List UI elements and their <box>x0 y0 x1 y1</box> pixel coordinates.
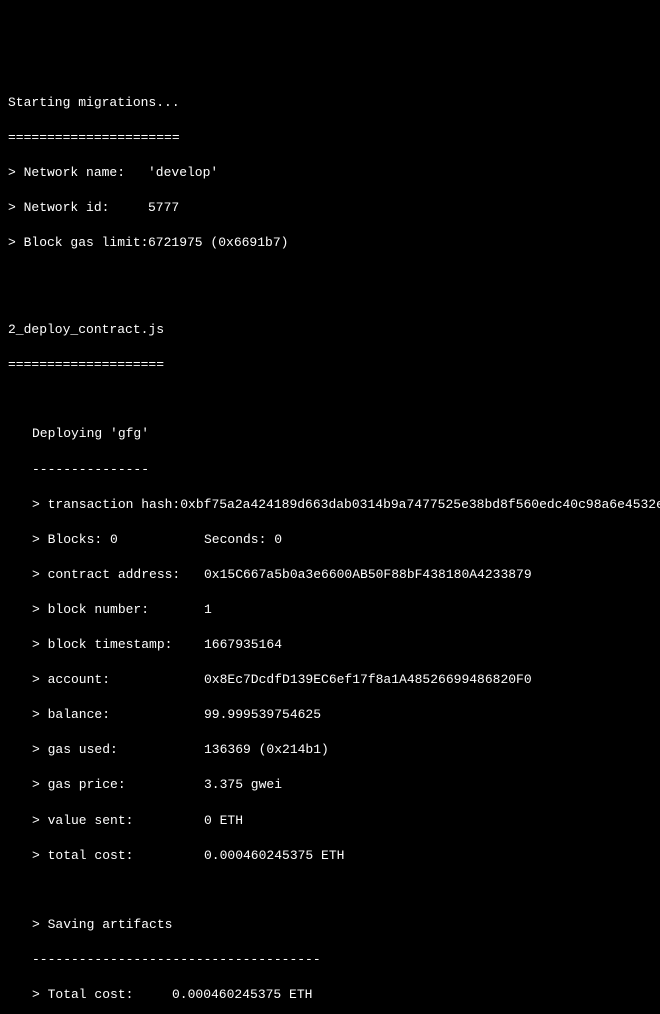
tx-hash-row: > transaction hash:0xbf75a2a424189d663da… <box>8 496 652 514</box>
block-timestamp-value: 1667935164 <box>204 636 282 654</box>
gas-price-label: > gas price: <box>32 776 204 794</box>
seconds-value: Seconds: 0 <box>204 531 282 549</box>
terminal-output: Starting migrations... =================… <box>8 76 652 1014</box>
starting-migrations: Starting migrations... <box>8 94 652 112</box>
block-gas-limit-value: 6721975 (0x6691b7) <box>148 234 288 252</box>
account-value: 0x8Ec7DcdfD139EC6ef17f8a1A48526699486820… <box>204 671 532 689</box>
value-sent-row: > value sent:0 ETH <box>8 812 652 830</box>
network-name-label: > Network name: <box>8 164 148 182</box>
subtotal-row: > Total cost:0.000460245375 ETH <box>8 986 652 1004</box>
network-id-label: > Network id: <box>8 199 148 217</box>
network-name-value: 'develop' <box>148 164 218 182</box>
total-cost-row: > total cost:0.000460245375 ETH <box>8 847 652 865</box>
deploying-divider: --------------- <box>8 461 652 479</box>
block-timestamp-row: > block timestamp:1667935164 <box>8 636 652 654</box>
block-number-label: > block number: <box>32 601 204 619</box>
block-gas-limit-label: > Block gas limit: <box>8 234 148 252</box>
account-label: > account: <box>32 671 204 689</box>
gas-price-row: > gas price:3.375 gwei <box>8 776 652 794</box>
block-number-row: > block number:1 <box>8 601 652 619</box>
block-timestamp-label: > block timestamp: <box>32 636 204 654</box>
subtotal-value: 0.000460245375 ETH <box>172 986 312 1004</box>
artifact-divider: ------------------------------------- <box>8 951 652 969</box>
blocks-row: > Blocks: 0Seconds: 0 <box>8 531 652 549</box>
network-name-row: > Network name:'develop' <box>8 164 652 182</box>
total-cost-label: > total cost: <box>32 847 204 865</box>
blocks-label: > Blocks: 0 <box>32 531 204 549</box>
header-divider: ====================== <box>8 129 652 147</box>
gas-used-row: > gas used:136369 (0x214b1) <box>8 741 652 759</box>
tx-hash-label: > transaction hash: <box>32 496 180 514</box>
value-sent-label: > value sent: <box>32 812 204 830</box>
subtotal-label: > Total cost: <box>32 986 172 1004</box>
migration-file: 2_deploy_contract.js <box>8 321 652 339</box>
account-row: > account:0x8Ec7DcdfD139EC6ef17f8a1A4852… <box>8 671 652 689</box>
saving-artifacts: > Saving artifacts <box>8 916 652 934</box>
balance-value: 99.999539754625 <box>204 706 321 724</box>
contract-addr-value: 0x15C667a5b0a3e6600AB50F88bF438180A42338… <box>204 566 532 584</box>
migration-file-divider: ==================== <box>8 356 652 374</box>
block-number-value: 1 <box>204 601 212 619</box>
network-id-row: > Network id:5777 <box>8 199 652 217</box>
gas-price-value: 3.375 gwei <box>204 776 282 794</box>
tx-hash-value: 0xbf75a2a424189d663dab0314b9a7477525e38b… <box>180 496 660 514</box>
total-cost-value: 0.000460245375 ETH <box>204 847 344 865</box>
gas-used-value: 136369 (0x214b1) <box>204 741 329 759</box>
contract-addr-label: > contract address: <box>32 566 204 584</box>
network-id-value: 5777 <box>148 199 179 217</box>
balance-row: > balance:99.999539754625 <box>8 706 652 724</box>
deploying-header: Deploying 'gfg' <box>8 425 652 443</box>
block-gas-limit-row: > Block gas limit:6721975 (0x6691b7) <box>8 234 652 252</box>
gas-used-label: > gas used: <box>32 741 204 759</box>
balance-label: > balance: <box>32 706 204 724</box>
value-sent-value: 0 ETH <box>204 812 243 830</box>
contract-addr-row: > contract address:0x15C667a5b0a3e6600AB… <box>8 566 652 584</box>
